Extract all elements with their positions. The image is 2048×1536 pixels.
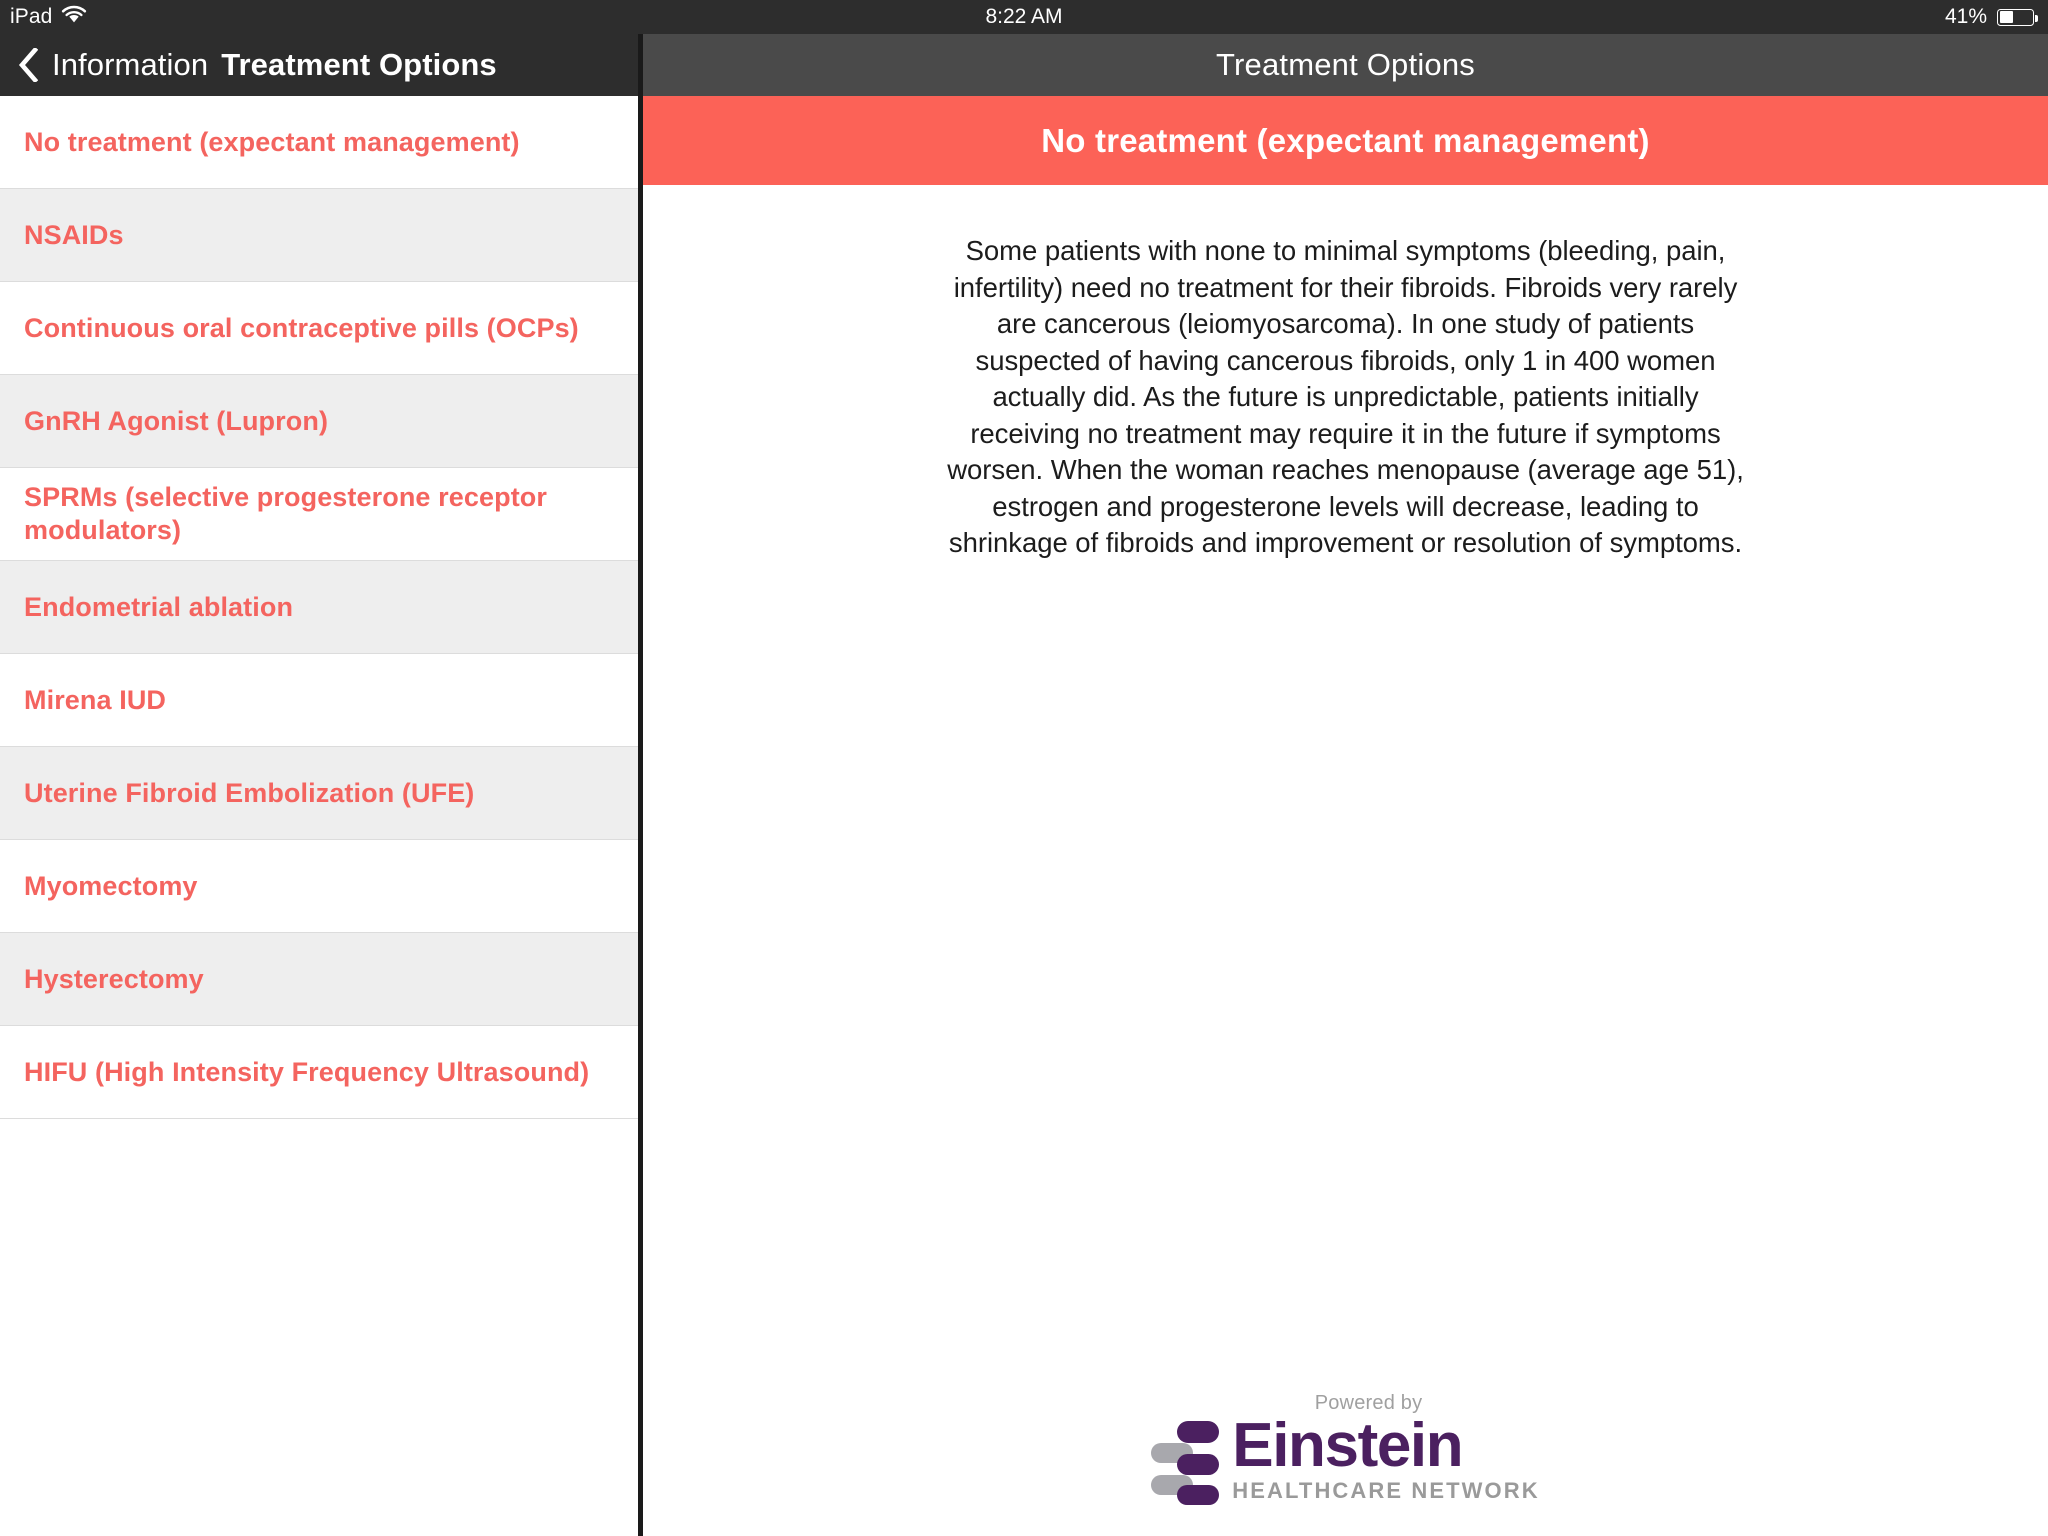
- sidebar-item-7[interactable]: Mirena IUD: [0, 654, 638, 747]
- battery-icon: [1997, 8, 2038, 26]
- sidebar-item-9[interactable]: Myomectomy: [0, 840, 638, 933]
- treatment-description-text: Some patients with none to minimal sympt…: [947, 235, 1744, 558]
- sidebar-item-1[interactable]: No treatment (expectant management): [0, 96, 638, 189]
- sidebar-item-label: No treatment (expectant management): [24, 126, 520, 157]
- sidebar-item-5[interactable]: SPRMs (selective progesterone receptor m…: [0, 468, 638, 561]
- einstein-logo-icon: [1151, 1421, 1220, 1510]
- brand-name: Einstein: [1232, 1411, 1463, 1480]
- sidebar-item-label: Myomectomy: [24, 870, 198, 901]
- brand-tagline: HEALTHCARE NETWORK: [1232, 1478, 1540, 1503]
- sidebar-item-label: Endometrial ablation: [24, 591, 294, 622]
- battery-percent-label: 41%: [1944, 5, 1987, 28]
- sidebar-item-10[interactable]: Hysterectomy: [0, 933, 638, 1026]
- chevron-left-icon[interactable]: [18, 48, 38, 82]
- sidebar-item-3[interactable]: Continuous oral contraceptive pills (OCP…: [0, 282, 638, 375]
- footer-branding: Powered by Einstein HEALTHCARE NETWORK: [643, 1392, 2048, 1510]
- sidebar-item-label: GnRH Agonist (Lupron): [24, 405, 329, 436]
- sidebar-item-label: Mirena IUD: [24, 684, 167, 715]
- treatment-options-list[interactable]: No treatment (expectant management) NSAID…: [0, 96, 638, 1536]
- left-navigation-bar: Information Treatment Options: [0, 34, 640, 96]
- body-text-wrapper: Some patients with none to minimal sympt…: [643, 185, 2048, 562]
- page-title: Treatment Options: [221, 47, 497, 82]
- back-button-label[interactable]: Information: [52, 47, 208, 83]
- sidebar-item-2[interactable]: NSAIDs: [0, 189, 638, 282]
- detail-header-title: Treatment Options: [1216, 47, 1475, 82]
- sidebar-item-label: Uterine Fibroid Embolization (UFE): [24, 777, 475, 808]
- status-bar: iPad 8:22 AM 41%: [0, 0, 2048, 34]
- sidebar-item-label: NSAIDs: [24, 219, 124, 250]
- detail-content-pane: No treatment (expectant management) Some…: [643, 96, 2048, 1536]
- sidebar-item-6[interactable]: Endometrial ablation: [0, 561, 638, 654]
- selected-treatment-banner: No treatment (expectant management): [643, 96, 2048, 185]
- status-bar-right: 41%: [1944, 5, 2038, 29]
- banner-title: No treatment (expectant management): [1041, 121, 1650, 159]
- sidebar-item-4[interactable]: GnRH Agonist (Lupron): [0, 375, 638, 468]
- status-bar-time: 8:22 AM: [985, 5, 1063, 28]
- einstein-logo: Einstein HEALTHCARE NETWORK: [1151, 1411, 1540, 1510]
- detail-header-bar: Treatment Options: [643, 34, 2048, 96]
- sidebar-item-label: SPRMs (selective progesterone receptor m…: [24, 482, 547, 545]
- sidebar-item-label: HIFU (High Intensity Frequency Ultrasoun…: [24, 1056, 590, 1087]
- sidebar-item-label: Hysterectomy: [24, 963, 204, 994]
- einstein-logo-text: Einstein HEALTHCARE NETWORK: [1232, 1411, 1540, 1504]
- sidebar-item-label: Continuous oral contraceptive pills (OCP…: [24, 312, 579, 343]
- sidebar-item-8[interactable]: Uterine Fibroid Embolization (UFE): [0, 747, 638, 840]
- sidebar-item-11[interactable]: HIFU (High Intensity Frequency Ultrasoun…: [0, 1026, 638, 1119]
